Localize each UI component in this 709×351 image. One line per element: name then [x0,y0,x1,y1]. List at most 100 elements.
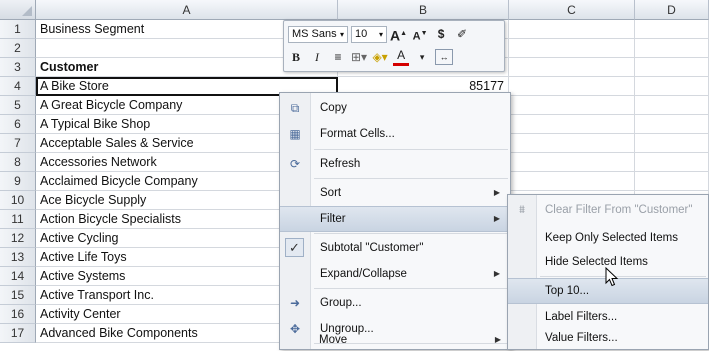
chevron-down-icon: ▾ [378,29,383,39]
chevron-down-icon: ▾ [339,29,344,39]
cell-d[interactable] [635,77,709,96]
row-header[interactable]: 2 [0,39,36,58]
fill-color-icon[interactable]: ◈▾ [372,48,388,66]
italic-button[interactable]: I [309,48,325,66]
cell-c[interactable] [509,20,635,39]
submenu-item-keep-only[interactable]: Keep Only Selected Items [508,225,708,251]
cell-d[interactable] [635,58,709,77]
row-header[interactable]: 15 [0,286,36,305]
submenu-item-label: Clear Filter From "Customer" [545,204,693,216]
copy-icon: ⧉ [290,101,300,115]
row-header[interactable]: 1 [0,20,36,39]
format-cells-icon: ▦ [289,127,301,141]
column-header-b[interactable]: B [338,0,509,20]
row-header[interactable]: 5 [0,96,36,115]
row-header[interactable]: 11 [0,210,36,229]
cell-d[interactable] [635,39,709,58]
cell-c[interactable] [509,96,635,115]
cell-d[interactable] [635,153,709,172]
cell-c[interactable] [509,172,635,191]
row-header[interactable]: 4 [0,77,36,96]
column-header-c[interactable]: C [509,0,635,20]
menu-item-sort[interactable]: Sort ▶ [280,180,510,206]
submenu-arrow-icon: ▶ [493,188,500,197]
menu-item-label: Expand/Collapse [320,268,407,280]
font-name-combo[interactable]: MS Sans ▾ [288,25,348,43]
select-all-corner[interactable] [0,0,36,20]
grow-font-button[interactable]: A▲ [390,25,407,44]
submenu-arrow-icon: ▶ [493,269,500,278]
menu-item-label: Group... [320,297,362,309]
row-header[interactable]: 14 [0,267,36,286]
menu-separator [540,276,706,277]
mouse-pointer-icon [605,267,619,287]
submenu-item-label: Keep Only Selected Items [545,232,678,244]
menu-item-label: Move [319,334,348,346]
menu-separator [314,149,508,150]
cell-c[interactable] [509,115,635,134]
row-header[interactable]: 8 [0,153,36,172]
row-header[interactable]: 17 [0,324,36,343]
menu-item-group[interactable]: ➜ Group... [280,290,510,316]
group-arrow-icon: ➜ [289,296,301,310]
row-header[interactable]: 12 [0,229,36,248]
menu-separator [314,288,508,289]
menu-item-label: Refresh [320,158,361,170]
context-menu: ⧉ Copy ▦ Format Cells... ⟳ Refresh Sort … [279,92,511,350]
menu-item-label: Subtotal "Customer" [320,242,424,254]
row-header[interactable]: 9 [0,172,36,191]
menu-item-move-label-row[interactable]: Move ▶ [279,330,509,350]
row-header[interactable]: 3 [0,58,36,77]
row-header[interactable]: 7 [0,134,36,153]
row-header[interactable]: 6 [0,115,36,134]
center-align-icon[interactable]: ≡ [330,48,346,66]
cell-c[interactable] [509,58,635,77]
submenu-item-label: Top 10... [545,285,590,297]
menu-item-filter[interactable]: Filter ▶ [280,206,510,232]
menu-separator [314,178,508,179]
menu-item-label: Format Cells... [320,128,395,140]
menu-item-expand-collapse[interactable]: Expand/Collapse ▶ [280,261,510,287]
submenu-item-clear-filter: ⩩ Clear Filter From "Customer" [508,197,708,223]
column-header-a[interactable]: A [36,0,338,20]
cell-d[interactable] [635,134,709,153]
cell-c[interactable] [509,153,635,172]
submenu-item-label: Value Filters... [545,332,618,344]
clear-filter-icon: ⩩ [519,204,525,216]
cell-c[interactable] [509,77,635,96]
cell-c[interactable] [509,39,635,58]
menu-item-copy[interactable]: ⧉ Copy [280,95,510,121]
font-name-value: MS Sans [292,27,337,40]
menu-item-label: Sort [320,187,342,199]
row-header[interactable]: 16 [0,305,36,324]
merge-icon[interactable]: ↔ [435,49,454,65]
currency-button[interactable]: $ [433,25,449,43]
menu-item-label: Filter [320,213,346,225]
menu-item-refresh[interactable]: ⟳ Refresh [280,151,510,177]
row-header[interactable]: 13 [0,248,36,267]
checkmark-icon: ✓ [285,238,304,257]
menu-item-subtotal[interactable]: ✓ Subtotal "Customer" [280,235,510,261]
submenu-arrow-icon: ▶ [493,214,500,223]
row-header[interactable]: 10 [0,191,36,210]
cell-d[interactable] [635,115,709,134]
column-header-d[interactable]: D [635,0,709,20]
mini-toolbar: MS Sans ▾ 10 ▾ A▲ A▼ $ ✐ B I ≡ ⊞▾ ◈▾ A ▾ ↔ [283,20,505,72]
bold-button[interactable]: B [288,48,304,66]
menu-separator [314,233,508,234]
cell-c[interactable] [509,134,635,153]
shrink-font-button[interactable]: A▼ [412,25,428,43]
refresh-icon: ⟳ [289,157,301,171]
font-size-value: 10 [355,27,368,40]
submenu-item-value-filters[interactable]: Value Filters... [508,326,708,350]
font-size-combo[interactable]: 10 ▾ [351,25,387,43]
cell-d[interactable] [635,20,709,39]
menu-item-format-cells[interactable]: ▦ Format Cells... [280,121,510,147]
cell-d[interactable] [635,172,709,191]
borders-icon[interactable]: ⊞▾ [351,48,367,66]
font-color-button[interactable]: A [393,48,410,66]
submenu-arrow-icon: ▶ [494,335,501,344]
chevron-down-icon[interactable]: ▾ [414,48,430,66]
format-painter-icon[interactable]: ✐ [454,25,470,43]
cell-d[interactable] [635,96,709,115]
